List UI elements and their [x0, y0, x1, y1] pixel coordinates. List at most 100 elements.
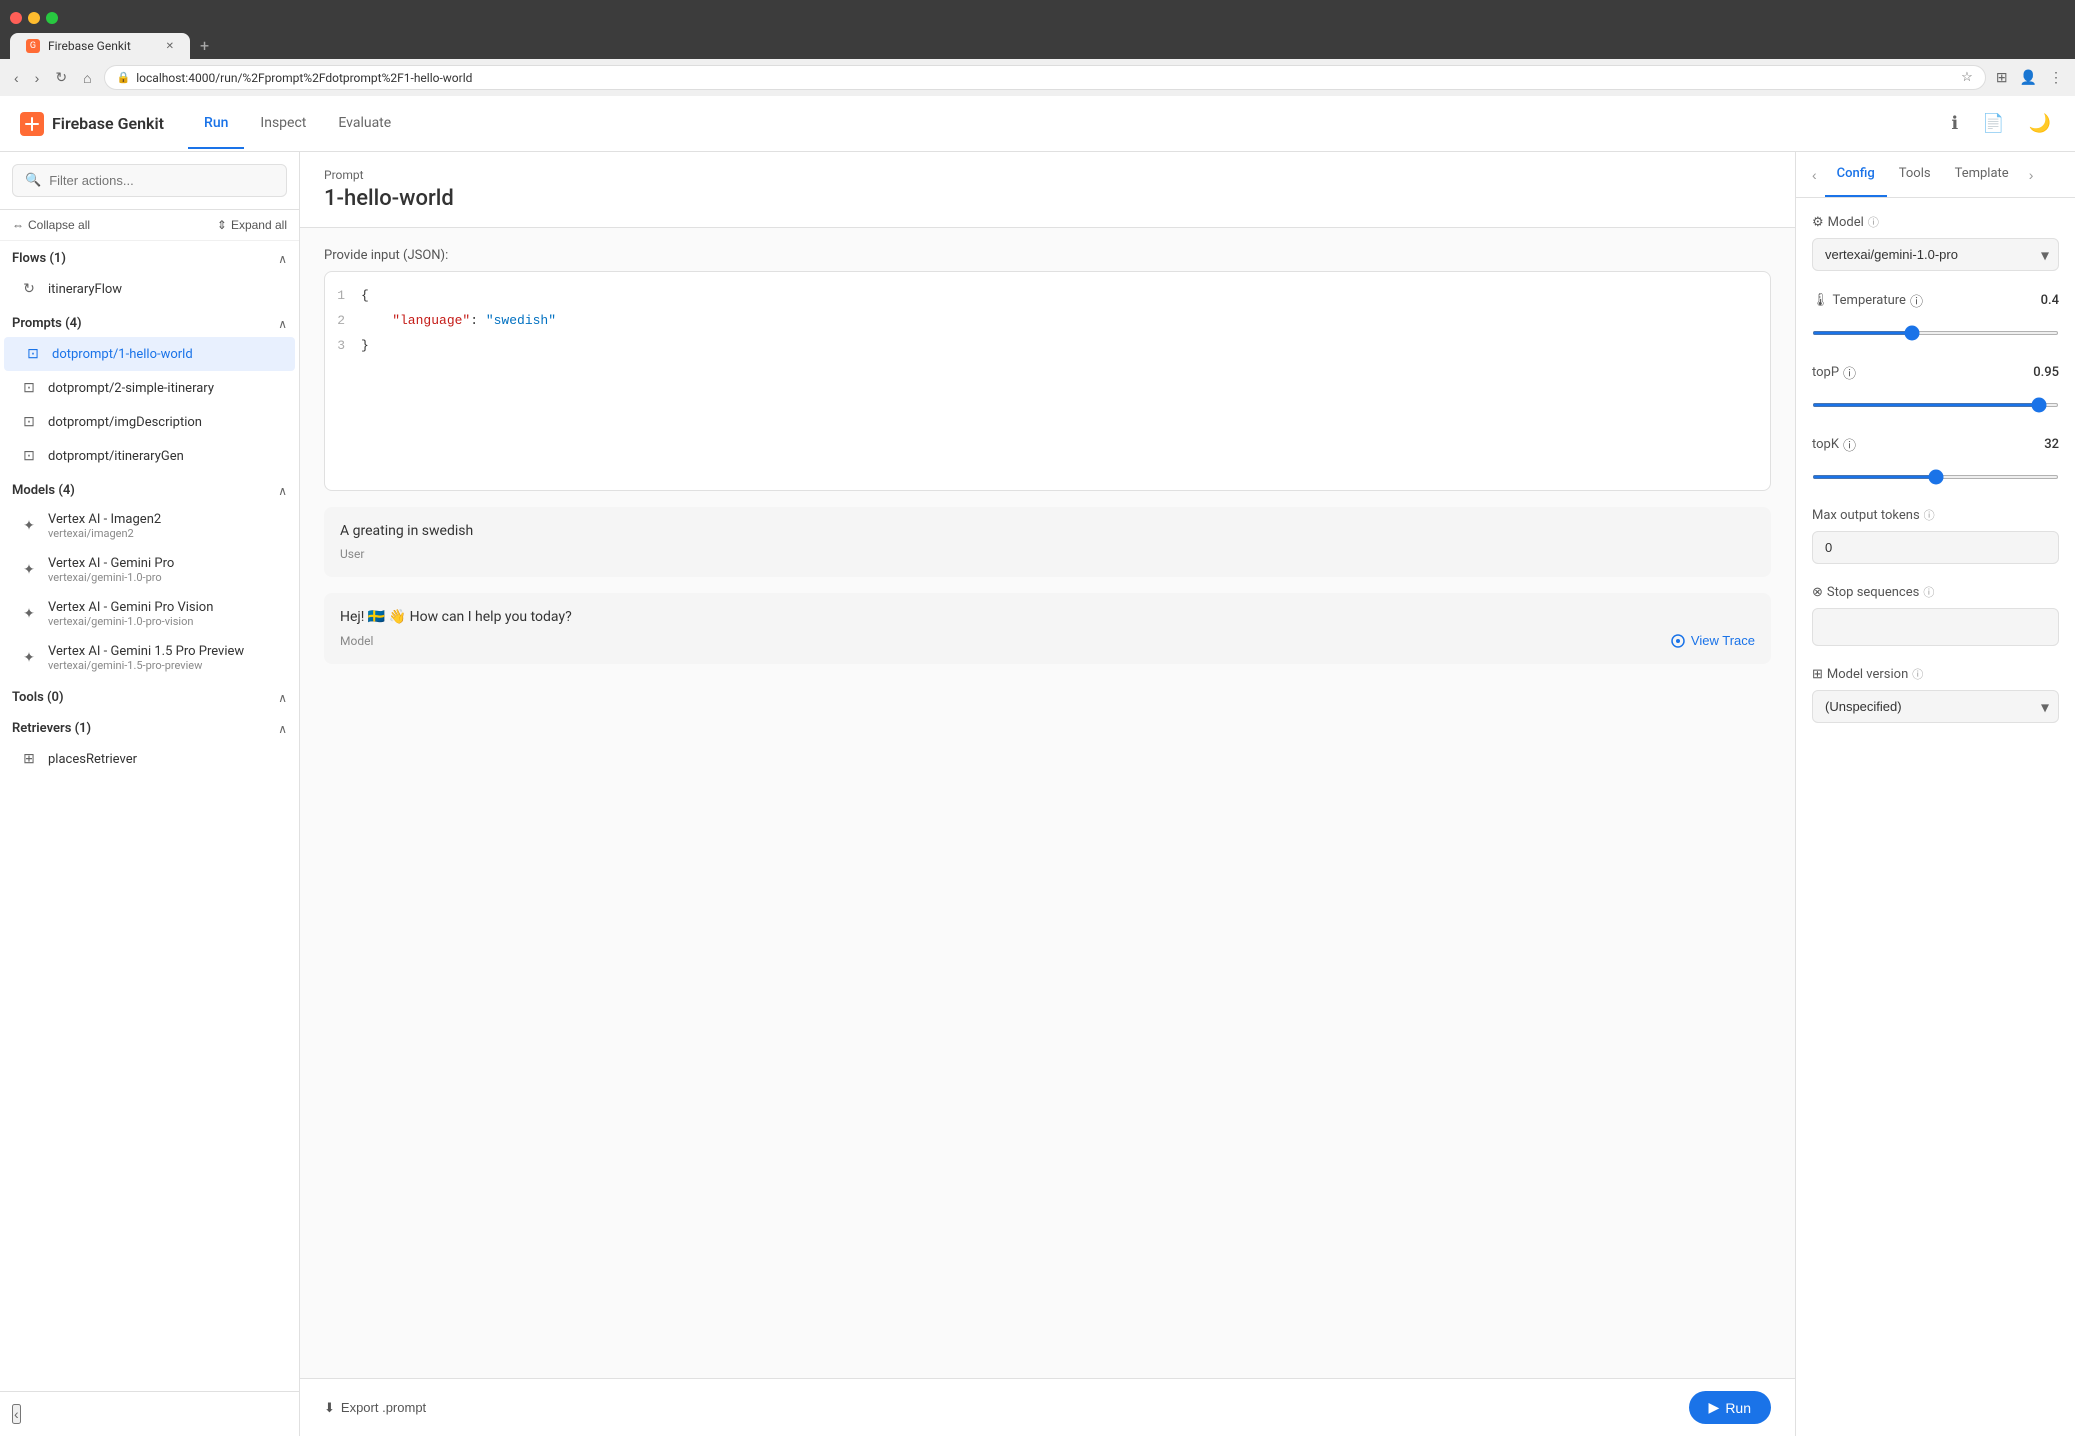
theme-icon[interactable]: 🌙 [2025, 109, 2055, 138]
new-tab-button[interactable]: + [192, 32, 217, 59]
topp-help-icon[interactable]: ⓘ [1843, 363, 1856, 382]
models-section-header[interactable]: Models (4) ∧ [0, 473, 299, 504]
sidebar-item-gemini-15[interactable]: ✦ Vertex AI - Gemini 1.5 Pro Preview ver… [0, 636, 299, 680]
sidebar-item-itinerarygen[interactable]: ⊡ dotprompt/itineraryGen [0, 439, 299, 473]
sidebar-item-gemini-pro-vision[interactable]: ✦ Vertex AI - Gemini Pro Vision vertexai… [0, 592, 299, 636]
close-window-button[interactable] [10, 12, 22, 24]
topp-row: topP ⓘ 0.95 [1812, 363, 2059, 382]
info-icon[interactable]: ℹ [1947, 109, 1962, 138]
search-input-wrapper[interactable]: 🔍 [12, 164, 287, 197]
export-button[interactable]: ⬇ Export .prompt [324, 1400, 426, 1416]
sidebar-item-gemini-pro[interactable]: ✦ Vertex AI - Gemini Pro vertexai/gemini… [0, 548, 299, 592]
line-content-1: { [361, 286, 1770, 307]
temperature-config-section: 🌡 Temperature ⓘ 0.4 [1812, 291, 2059, 343]
tab-close-button[interactable]: ✕ [166, 41, 174, 52]
collapse-sidebar-button[interactable]: ‹ [12, 1404, 21, 1424]
run-button[interactable]: ▶ Run [1689, 1391, 1771, 1424]
flows-chevron-icon[interactable]: ∧ [278, 252, 287, 266]
nav-run[interactable]: Run [188, 99, 244, 149]
tools-section-header[interactable]: Tools (0) ∧ [0, 680, 299, 711]
model-select[interactable]: vertexai/gemini-1.0-pro [1812, 238, 2059, 271]
sidebar-item-imagen2[interactable]: ✦ Vertex AI - Imagen2 vertexai/imagen2 [0, 504, 299, 548]
refresh-button[interactable]: ↻ [51, 65, 71, 90]
user-message-role: User [340, 547, 1755, 561]
model-3-label: Vertex AI - Gemini Pro Vision [48, 600, 213, 615]
model-icon-2: ✦ [20, 561, 38, 579]
temperature-label: 🌡 Temperature ⓘ [1812, 291, 1923, 310]
browser-bar: ‹ › ↻ ⌂ 🔒 localhost:4000/run/%2Fprompt%2… [0, 59, 2075, 96]
line-num-2: 2 [325, 311, 361, 332]
code-line-1: 1 { [325, 284, 1770, 309]
user-message: A greating in swedish User [324, 507, 1771, 577]
temperature-slider-container [1812, 316, 2059, 343]
docs-icon[interactable]: 📄 [1978, 109, 2008, 138]
tab-template[interactable]: Template [1943, 152, 2021, 197]
prompts-section-header[interactable]: Prompts (4) ∧ [0, 306, 299, 337]
model-version-select[interactable]: (Unspecified) [1812, 690, 2059, 723]
expand-all-button[interactable]: ⇕ Expand all [217, 218, 287, 232]
filter-input[interactable] [49, 173, 274, 188]
max-tokens-input[interactable] [1812, 531, 2059, 564]
home-button[interactable]: ⌂ [79, 66, 95, 90]
model-response: Hej! 🇸🇪 👋 How can I help you today? Mode… [324, 593, 1771, 664]
menu-icon[interactable]: ⋮ [2047, 68, 2065, 88]
nav-inspect[interactable]: Inspect [244, 99, 322, 149]
sidebar-item-imgdescription[interactable]: ⊡ dotprompt/imgDescription [0, 405, 299, 439]
temperature-help-icon[interactable]: ⓘ [1910, 291, 1923, 310]
retrievers-section-title: Retrievers (1) [12, 721, 91, 736]
topp-label-text: topP [1812, 365, 1839, 380]
back-button[interactable]: ‹ [10, 66, 23, 90]
model-help-icon[interactable]: ⓘ [1868, 214, 1879, 230]
forward-button[interactable]: › [31, 66, 44, 90]
model-1-info: Vertex AI - Imagen2 vertexai/imagen2 [48, 512, 161, 540]
flows-section-header[interactable]: Flows (1) ∧ [0, 241, 299, 272]
topk-slider[interactable] [1812, 475, 2059, 479]
view-trace-button[interactable]: View Trace [1671, 633, 1755, 648]
sidebar-item-itineraryflow[interactable]: ↻ itineraryFlow [0, 272, 299, 306]
minimize-window-button[interactable] [28, 12, 40, 24]
model-version-help-icon[interactable]: ⓘ [1912, 666, 1923, 682]
retrievers-section-header[interactable]: Retrievers (1) ∧ [0, 711, 299, 742]
topp-slider[interactable] [1812, 403, 2059, 407]
line-num-3: 3 [325, 336, 361, 357]
profile-icon[interactable]: 👤 [2018, 68, 2039, 88]
sidebar-item-1-hello-world[interactable]: ⊡ dotprompt/1-hello-world [4, 337, 295, 371]
sidebar-item-2-simple-itinerary[interactable]: ⊡ dotprompt/2-simple-itinerary [0, 371, 299, 405]
bookmark-icon[interactable]: ☆ [1961, 70, 1973, 85]
panel-content: ⚙ Model ⓘ vertexai/gemini-1.0-pro ▾ [1796, 198, 2075, 1436]
active-tab[interactable]: G Firebase Genkit ✕ [10, 33, 190, 59]
prompts-chevron-icon[interactable]: ∧ [278, 317, 287, 331]
prompt-icon-2: ⊡ [20, 379, 38, 397]
line-content-2: "language": "swedish" [361, 311, 1770, 332]
tools-section: Tools (0) ∧ [0, 680, 299, 711]
models-chevron-icon[interactable]: ∧ [278, 484, 287, 498]
panel-prev-button[interactable]: ‹ [1804, 159, 1825, 191]
stop-sequences-input[interactable] [1812, 608, 2059, 646]
collapse-all-button[interactable]: ⇔ Collapse all [12, 218, 90, 232]
prompts-section: Prompts (4) ∧ ⊡ dotprompt/1-hello-world … [0, 306, 299, 473]
stop-sequences-help-icon[interactable]: ⓘ [1923, 584, 1934, 600]
topk-slider-container [1812, 460, 2059, 487]
line-num-1: 1 [325, 286, 361, 307]
temperature-slider[interactable] [1812, 331, 2059, 335]
content-area: Prompt 1-hello-world Provide input (JSON… [300, 152, 1795, 1436]
extensions-icon[interactable]: ⊞ [1994, 68, 2010, 88]
panel-next-button[interactable]: › [2021, 159, 2042, 191]
tools-chevron-icon[interactable]: ∧ [278, 691, 287, 705]
user-message-text: A greating in swedish [340, 523, 1755, 539]
sidebar-footer: ‹ [0, 1391, 299, 1436]
sidebar-item-placesretriever[interactable]: ⊞ placesRetriever [0, 742, 299, 776]
model-response-text: Hej! 🇸🇪 👋 How can I help you today? [340, 609, 1755, 625]
topk-help-icon[interactable]: ⓘ [1843, 435, 1856, 454]
retrievers-chevron-icon[interactable]: ∧ [278, 722, 287, 736]
maximize-window-button[interactable] [46, 12, 58, 24]
tab-tools[interactable]: Tools [1887, 152, 1943, 197]
app-header: Firebase Genkit Run Inspect Evaluate ℹ 📄… [0, 96, 2075, 152]
tools-section-title: Tools (0) [12, 690, 64, 705]
tab-config[interactable]: Config [1825, 152, 1887, 197]
model-version-label-row: ⊞ Model version ⓘ [1812, 666, 2059, 682]
code-editor[interactable]: 1 { 2 "language": "swedish" 3 [324, 271, 1771, 491]
nav-evaluate[interactable]: Evaluate [322, 99, 407, 149]
max-tokens-help-icon[interactable]: ⓘ [1924, 507, 1935, 523]
url-bar[interactable]: 🔒 localhost:4000/run/%2Fprompt%2Fdotprom… [104, 65, 1986, 90]
